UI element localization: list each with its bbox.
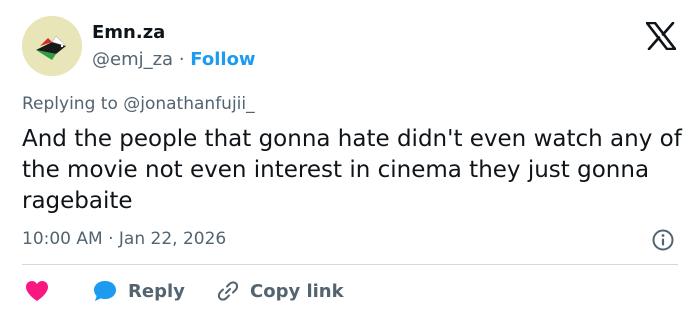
reply-label: Reply — [128, 280, 185, 302]
heart-icon — [26, 281, 48, 301]
copy-link-button[interactable]: Copy link — [216, 276, 344, 306]
author-handle-row: @emj_za · Follow — [92, 49, 256, 70]
reply-button[interactable]: Reply — [92, 276, 185, 306]
follow-button[interactable]: Follow — [190, 49, 255, 70]
palestine-flag-bird-icon — [22, 16, 82, 76]
divider — [22, 264, 678, 265]
info-icon[interactable] — [651, 228, 675, 252]
speech-bubble-icon — [94, 281, 116, 301]
avatar[interactable] — [22, 16, 82, 76]
tweet-timestamp[interactable]: 10:00 AM · Jan 22, 2026 — [22, 229, 226, 249]
x-logo-icon[interactable] — [645, 21, 677, 51]
separator: · — [178, 49, 185, 70]
tweet-text: And the people that gonna hate didn't ev… — [22, 126, 682, 214]
action-bar: Reply Copy link — [22, 276, 682, 306]
like-button[interactable] — [24, 276, 50, 306]
link-icon — [217, 281, 239, 301]
replying-to-text: Replying to @jonathanfujii_ — [22, 94, 255, 114]
copy-link-label: Copy link — [250, 280, 344, 302]
author-handle[interactable]: @emj_za — [92, 49, 173, 70]
author-display-name[interactable]: Emn.za — [92, 22, 165, 43]
